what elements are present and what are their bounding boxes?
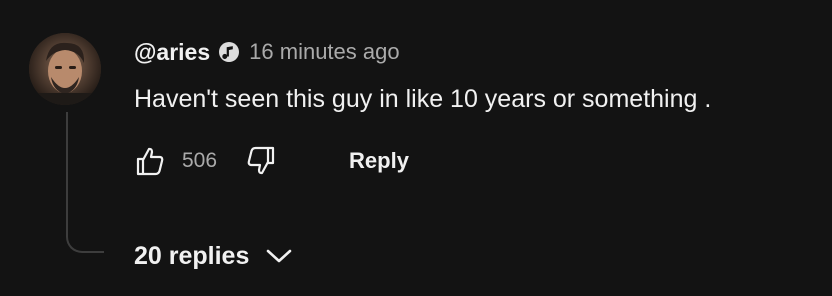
comment-text: Haven't seen this guy in like 10 years o… (134, 85, 712, 113)
dislike-button[interactable] (245, 143, 277, 179)
thumbs-down-icon (247, 146, 275, 175)
comment-author-handle[interactable]: @aries (134, 39, 210, 66)
comment-actions: 506 Reply (134, 141, 409, 181)
replies-count-label: 20 replies (134, 241, 250, 270)
chevron-down-icon (265, 240, 297, 272)
comment-avatar[interactable] (29, 33, 101, 105)
comment-header: @aries 16 minutes ago (134, 36, 400, 68)
thread-connector-line (66, 112, 104, 253)
reply-button[interactable]: Reply (349, 148, 409, 174)
like-button[interactable] (134, 143, 166, 179)
comment-timestamp[interactable]: 16 minutes ago (249, 39, 399, 65)
avatar-image (29, 33, 101, 105)
thumbs-up-icon (136, 147, 164, 176)
like-count: 506 (182, 149, 218, 172)
music-note-verified-icon (218, 41, 240, 63)
replies-toggle-button[interactable]: 20 replies (134, 236, 297, 276)
